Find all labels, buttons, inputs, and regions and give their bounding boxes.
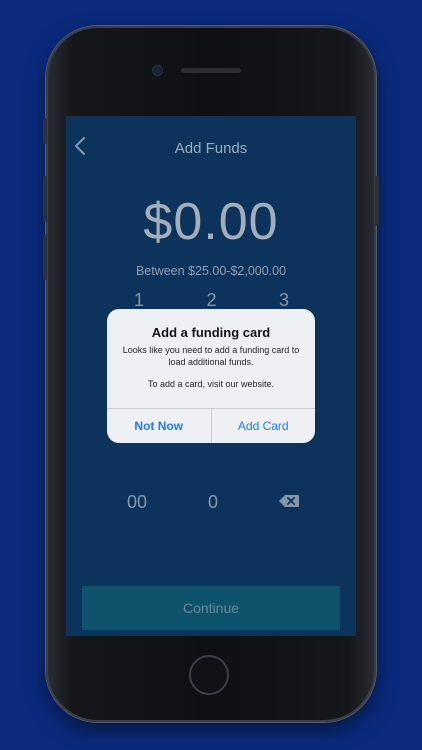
not-now-button[interactable]: Not Now bbox=[107, 409, 212, 443]
alert-message: Looks like you need to add a funding car… bbox=[122, 345, 300, 367]
volume-up-button bbox=[43, 176, 47, 222]
phone-frame: Add Funds $0.00 Between $25.00-$2,000.00… bbox=[43, 26, 379, 722]
add-card-button[interactable]: Add Card bbox=[212, 409, 316, 443]
stage: Add Funds $0.00 Between $25.00-$2,000.00… bbox=[0, 0, 422, 750]
power-button bbox=[375, 176, 379, 226]
mute-switch bbox=[43, 118, 47, 144]
earpiece-speaker bbox=[181, 68, 241, 73]
funding-card-alert: Add a funding card Looks like you need t… bbox=[107, 309, 315, 443]
app-screen: Add Funds $0.00 Between $25.00-$2,000.00… bbox=[66, 116, 356, 636]
front-camera bbox=[153, 66, 162, 75]
alert-actions: Not Now Add Card bbox=[107, 408, 315, 443]
alert-title: Add a funding card bbox=[151, 325, 271, 340]
volume-down-button bbox=[43, 234, 47, 280]
home-button[interactable] bbox=[189, 655, 229, 695]
alert-message-website: To add a card, visit our website. bbox=[147, 379, 275, 389]
